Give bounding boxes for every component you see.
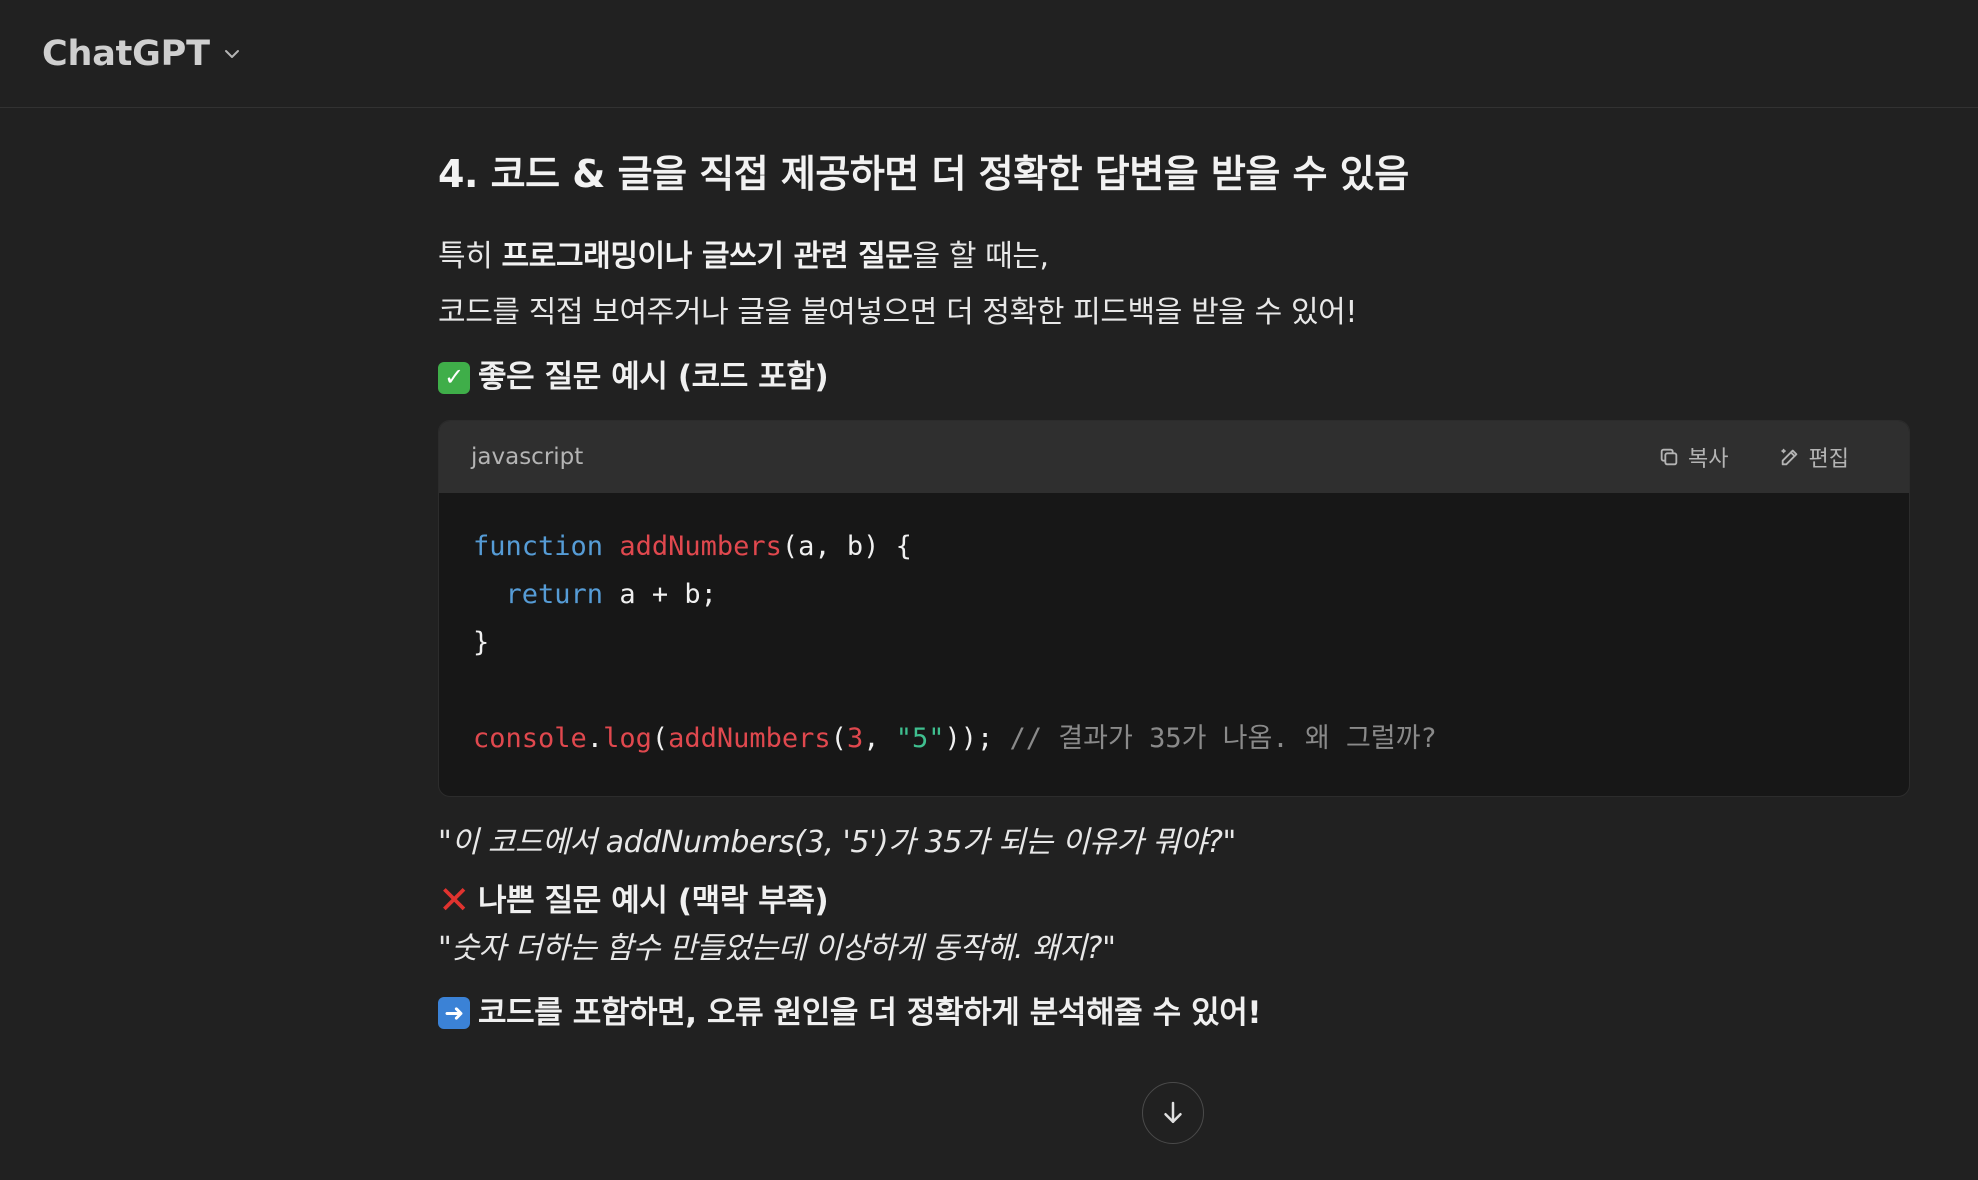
conclusion: ➜ 코드를 포함하면, 오류 원인을 더 정확하게 분석해줄 수 있어!	[438, 993, 1910, 1033]
code-block: javascript 복사 편집 function addNumbers(a, …	[438, 419, 1910, 797]
copy-label: 복사	[1688, 446, 1729, 472]
bad-example-label: 나쁜 질문 예시 (맥락 부족)	[478, 882, 829, 919]
assistant-message: 4. 코드 & 글을 직접 제공하면 더 정확한 답변을 받을 수 있음 특히 …	[438, 150, 1910, 1033]
section-heading: 4. 코드 & 글을 직접 제공하면 더 정확한 답변을 받을 수 있음	[438, 152, 1409, 196]
conclusion-text: 코드를 포함하면, 오류 원인을 더 정확하게 분석해줄 수 있어!	[478, 994, 1262, 1031]
code-content: function addNumbers(a, b) { return a + b…	[439, 493, 1909, 793]
intro-prefix: 특히	[438, 239, 502, 275]
bad-example-quote: "숫자 더하는 함수 만들었는데 이상하게 동작해. 왜지?"	[438, 930, 1116, 966]
good-example-heading: ✓ 좋은 질문 예시 (코드 포함)	[438, 357, 1910, 397]
arrow-down-icon	[1164, 1101, 1182, 1123]
code-line-5: console.log(addNumbers(3, "5")); // 결과가 …	[473, 722, 1437, 754]
check-mark-icon: ✓	[438, 361, 470, 394]
code-actions: 복사 편집	[1658, 441, 1849, 473]
edit-icon	[1780, 448, 1797, 465]
model-name: ChatGPT	[42, 33, 210, 74]
edit-label: 편집	[1808, 446, 1849, 472]
top-bar: ChatGPT	[0, 0, 1978, 108]
chevron-down-icon	[224, 49, 239, 58]
code-line-2: return a + b;	[505, 578, 717, 610]
intro-bold: 프로그래밍이나 글쓰기 관련 질문	[501, 239, 913, 275]
edit-button[interactable]: 편집	[1779, 441, 1849, 473]
copy-icon	[1660, 448, 1678, 465]
model-switcher[interactable]: ChatGPT	[42, 34, 244, 74]
code-line-3: }	[473, 626, 490, 658]
good-example-label: 좋은 질문 예시 (코드 포함)	[478, 359, 829, 396]
scroll-to-bottom-button[interactable]	[1142, 1082, 1204, 1144]
cross-mark-icon: ✕	[438, 878, 470, 923]
bad-example-heading: ✕ 나쁜 질문 예시 (맥락 부족)	[438, 878, 1910, 923]
code-line-1: function addNumbers(a, b) {	[473, 530, 912, 562]
good-example-quote: "이 코드에서 addNumbers(3, '5')가 35가 되는 이유가 뭐…	[438, 824, 1236, 860]
code-language: javascript	[471, 443, 584, 470]
intro-suffix: 을 할 때는,	[912, 239, 1049, 275]
copy-button[interactable]: 복사	[1658, 441, 1729, 473]
code-block-header: javascript 복사 편집	[439, 420, 1909, 493]
intro-paragraph: 특히 프로그래밍이나 글쓰기 관련 질문을 할 때는, 코드를 직접 보여주거나…	[438, 229, 1910, 341]
right-arrow-icon: ➜	[438, 997, 470, 1030]
intro-line-2: 코드를 직접 보여주거나 글을 붙여넣으면 더 정확한 피드백을 받을 수 있어…	[438, 295, 1357, 331]
